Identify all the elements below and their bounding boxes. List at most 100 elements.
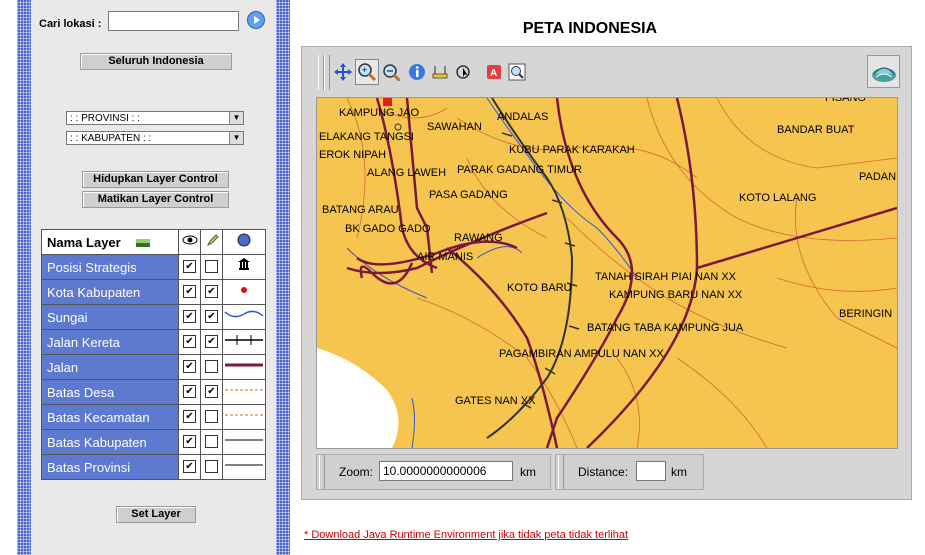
layer-visible-cell: ✔ bbox=[178, 354, 201, 380]
layer-table: Nama Layer Posisi Strategis ✔ Kota Kabupat… bbox=[41, 229, 266, 480]
sidebar: Cari lokasi : Seluruh Indonesia : : PROV… bbox=[31, 0, 276, 555]
layer-symbol-cell bbox=[222, 454, 266, 480]
layer-visible-checkbox[interactable]: ✔ bbox=[183, 360, 196, 374]
province-select[interactable]: : : PROVINSI : : ▼ bbox=[66, 111, 244, 125]
layer-label-checkbox[interactable]: ✔ bbox=[205, 285, 218, 299]
layer-label-checkbox[interactable] bbox=[205, 435, 218, 449]
chevron-down-icon[interactable]: ▼ bbox=[229, 112, 243, 124]
map-place-label: BK GADO GADO bbox=[345, 223, 431, 235]
layer-label-checkbox[interactable] bbox=[205, 360, 218, 374]
layer-visible-cell: ✔ bbox=[178, 379, 201, 405]
layer-name: Batas Desa bbox=[41, 379, 179, 405]
layer-visible-cell: ✔ bbox=[178, 454, 201, 480]
layer-control-off-button[interactable]: Matikan Layer Control bbox=[82, 191, 229, 208]
layer-header-cell: Nama Layer bbox=[41, 229, 179, 255]
layer-label-cell: ✔ bbox=[200, 329, 223, 355]
measure-icon[interactable] bbox=[431, 63, 449, 81]
search-input[interactable] bbox=[108, 11, 239, 31]
map-canvas[interactable]: KAMPUNG JAO SAWAHAN ANDALAS FISANG BANDAR BU… bbox=[316, 97, 898, 449]
map-place-label: KOTO LALANG bbox=[739, 192, 816, 204]
zoom-out-icon[interactable] bbox=[382, 63, 400, 81]
layer-visible-checkbox[interactable]: ✔ bbox=[183, 310, 196, 324]
print-icon[interactable]: A bbox=[485, 63, 503, 81]
layer-label-checkbox[interactable] bbox=[205, 460, 218, 474]
distance-input[interactable] bbox=[636, 461, 666, 481]
layer-visible-checkbox[interactable]: ✔ bbox=[183, 260, 196, 274]
map-place-label: FISANG bbox=[825, 97, 866, 104]
distance-unit: km bbox=[671, 465, 687, 479]
layer-visible-checkbox[interactable]: ✔ bbox=[183, 460, 196, 474]
layer-label-cell: ✔ bbox=[200, 279, 223, 305]
select-icon[interactable] bbox=[454, 63, 472, 81]
layer-control-on-button[interactable]: Hidupkan Layer Control bbox=[82, 171, 229, 188]
layer-row: Kota Kabupaten ✔ ✔ bbox=[41, 279, 266, 305]
layer-row: Jalan ✔ bbox=[41, 354, 266, 380]
layer-visible-cell: ✔ bbox=[178, 329, 201, 355]
railway-line-icon bbox=[223, 331, 265, 354]
layer-label-checkbox[interactable]: ✔ bbox=[205, 310, 218, 324]
right-border-stripe bbox=[276, 0, 290, 555]
layer-visible-cell: ✔ bbox=[178, 304, 201, 330]
layers-icon bbox=[136, 239, 151, 248]
layer-label-cell bbox=[200, 429, 223, 455]
info-icon[interactable] bbox=[408, 63, 426, 81]
kabupaten-select[interactable]: : : KABUPATEN : : ▼ bbox=[66, 131, 244, 145]
left-border-stripe bbox=[17, 0, 31, 555]
eye-icon bbox=[182, 235, 197, 245]
set-layer-button[interactable]: Set Layer bbox=[116, 506, 196, 523]
visibility-header bbox=[178, 229, 201, 255]
map-place-label: PASA GADANG bbox=[429, 189, 508, 201]
layer-name: Sungai bbox=[41, 304, 179, 330]
zoom-in-icon[interactable]: + bbox=[357, 62, 377, 82]
layer-visible-checkbox[interactable]: ✔ bbox=[183, 410, 196, 424]
layer-row: Batas Provinsi ✔ bbox=[41, 454, 266, 480]
layer-visible-checkbox[interactable]: ✔ bbox=[183, 385, 196, 399]
layer-label-cell bbox=[200, 254, 223, 280]
zoom-in-tool[interactable]: + bbox=[355, 59, 379, 85]
zoom-control: Zoom: km bbox=[316, 454, 551, 490]
layer-visible-checkbox[interactable]: ✔ bbox=[183, 335, 196, 349]
symbol-header bbox=[222, 229, 266, 255]
map-place-label: TANAH SIRAH PIAI NAN XX bbox=[595, 271, 737, 283]
map-place-label: PAGAMBIRAN AMPULU NAN XX bbox=[499, 348, 664, 360]
layer-label-cell: ✔ bbox=[200, 379, 223, 405]
layer-label-checkbox[interactable]: ✔ bbox=[205, 385, 218, 399]
globe-icon[interactable] bbox=[870, 58, 898, 86]
layer-visible-checkbox[interactable]: ✔ bbox=[183, 435, 196, 449]
layer-visible-cell: ✔ bbox=[178, 279, 201, 305]
globe-button[interactable] bbox=[867, 55, 900, 88]
map-panel: + A KAMPUNG JAO SAWAHAN ANDALAS FISANG B… bbox=[301, 46, 912, 500]
chevron-down-icon[interactable]: ▼ bbox=[229, 132, 243, 144]
sea-area bbox=[317, 348, 399, 448]
zoom-extent-icon[interactable] bbox=[508, 63, 526, 81]
svg-text:+: + bbox=[362, 65, 367, 75]
whole-indonesia-button[interactable]: Seluruh Indonesia bbox=[80, 53, 232, 70]
download-jre-link[interactable]: * Download Java Runtime Environment jika… bbox=[304, 529, 628, 541]
zoom-label: Zoom: bbox=[339, 465, 374, 479]
layer-visible-checkbox[interactable]: ✔ bbox=[183, 285, 196, 299]
svg-text:A: A bbox=[490, 68, 497, 79]
search-go-icon[interactable] bbox=[247, 11, 265, 29]
layer-symbol-cell bbox=[222, 404, 266, 430]
strategic-point-icon[interactable] bbox=[394, 123, 402, 131]
layer-symbol-cell bbox=[222, 329, 266, 355]
layer-label-checkbox[interactable] bbox=[205, 410, 218, 424]
city-marker-icon[interactable] bbox=[383, 98, 392, 106]
zoom-unit: km bbox=[520, 465, 536, 479]
layer-visible-cell: ✔ bbox=[178, 429, 201, 455]
pan-icon[interactable] bbox=[334, 63, 352, 81]
layer-symbol-cell bbox=[222, 304, 266, 330]
layer-row: Batas Kabupaten ✔ bbox=[41, 429, 266, 455]
layer-name: Batas Kabupaten bbox=[41, 429, 179, 455]
layer-label-checkbox[interactable]: ✔ bbox=[205, 335, 218, 349]
map-place-label: AIR MANIS bbox=[417, 251, 473, 263]
layer-row: Batas Kecamatan ✔ bbox=[41, 404, 266, 430]
layer-symbol-cell bbox=[222, 354, 266, 380]
legend-icon bbox=[237, 233, 251, 246]
zoom-input[interactable] bbox=[379, 461, 513, 481]
layer-label-checkbox[interactable] bbox=[205, 260, 218, 274]
map-place-label: KUBU PARAK KARAKAH bbox=[509, 144, 635, 156]
control-grip bbox=[319, 455, 325, 489]
layer-symbol-cell bbox=[222, 379, 266, 405]
dashed-orange-line-icon bbox=[223, 406, 265, 429]
